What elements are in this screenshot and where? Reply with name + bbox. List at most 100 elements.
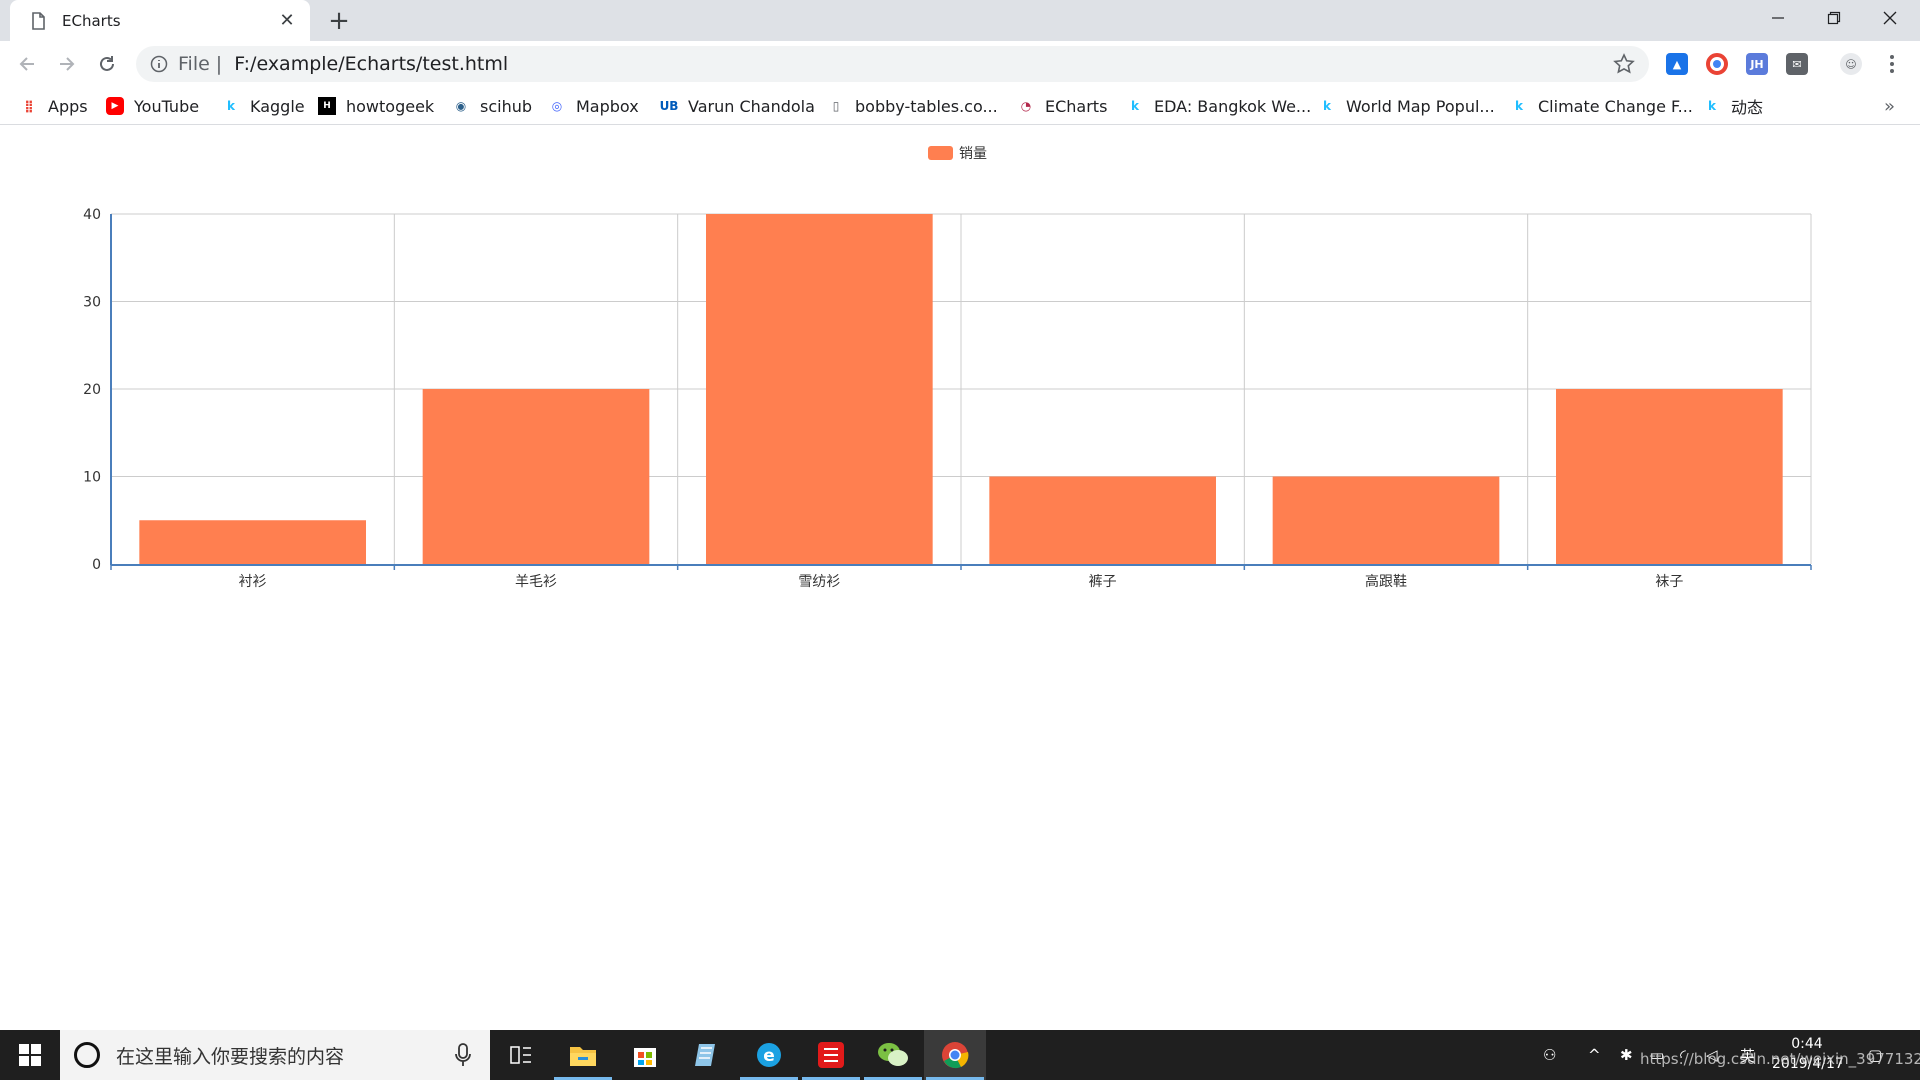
y-tick-label: 20 (83, 382, 101, 398)
profile-avatar[interactable]: ☺ (1840, 53, 1862, 75)
bookmark-label: 动态 (1731, 98, 1764, 117)
extension-cap-icon[interactable]: ▲ (1666, 53, 1688, 75)
apps-grid-icon: ⣿ (24, 99, 34, 113)
info-icon[interactable] (150, 55, 168, 73)
task-view-icon (510, 1046, 531, 1064)
bookmark-item[interactable]: ◔ ECharts (1017, 95, 1108, 117)
bookmark-label: ECharts (1045, 96, 1108, 116)
reload-icon (100, 56, 114, 71)
close-window-button[interactable] (1862, 0, 1918, 36)
new-tab-button[interactable]: + (324, 6, 354, 36)
cortana-icon (74, 1042, 100, 1068)
extension-jh-icon[interactable]: JH (1746, 53, 1768, 75)
wechat-icon (878, 1043, 908, 1066)
bookmark-label: howtogeek (346, 96, 435, 116)
address-bar[interactable]: File | F:/example/Echarts/test.html (136, 46, 1649, 82)
bookmark-label: EDA: Bangkok We... (1154, 96, 1312, 116)
page-icon (32, 11, 45, 30)
bar[interactable] (1556, 389, 1783, 564)
task-view-button[interactable] (490, 1030, 552, 1080)
bookmark-star-icon[interactable] (1613, 53, 1635, 75)
bar-chart: 0 10 20 30 40 衬衫 羊毛衫 雪纺衫 裤子 高跟鞋 袜子 (83, 207, 1812, 590)
back-arrow-icon (19, 57, 34, 71)
address-scheme: File (178, 53, 210, 75)
forward-arrow-icon (60, 57, 75, 71)
bookmark-item[interactable]: ⣿ Apps (20, 95, 88, 117)
kaggle-icon: k (1708, 99, 1716, 113)
kaggle-icon: k (1323, 99, 1331, 113)
bookmark-item[interactable]: UB Varun Chandola (660, 95, 815, 117)
close-icon (1883, 11, 1897, 25)
chrome-icon (942, 1042, 969, 1069)
y-tick-label: 40 (83, 207, 101, 223)
chrome-button[interactable] (924, 1030, 986, 1080)
watermark-text: https://blog.csdn.net/weixin_39771326 (1640, 1050, 1920, 1068)
forward-button[interactable] (52, 49, 82, 79)
extension-chrome-icon[interactable] (1706, 53, 1728, 75)
htg-icon: H (318, 97, 336, 115)
file-explorer-button[interactable] (552, 1030, 614, 1080)
minimize-button[interactable] (1750, 0, 1806, 36)
tab-strip: ECharts ✕ + (0, 0, 1920, 41)
kaggle-icon: k (1515, 99, 1523, 113)
people-icon[interactable]: ⚇ (1543, 1030, 1556, 1080)
bar[interactable] (422, 389, 650, 564)
bluetooth-icon[interactable]: ✱ (1620, 1030, 1633, 1080)
bookmark-item[interactable]: k 动态 (1703, 95, 1763, 117)
notes-icon (695, 1044, 715, 1066)
bookmark-item[interactable]: k EDA: Bangkok We... (1126, 95, 1311, 117)
reload-button[interactable] (92, 49, 122, 79)
restore-icon (1827, 11, 1841, 25)
x-tick-label: 雪纺衫 (798, 574, 840, 590)
taskbar-search[interactable]: 在这里输入你要搜索的内容 (60, 1030, 490, 1080)
youdao-icon (818, 1042, 844, 1068)
bookmark-item[interactable]: ◉ scihub (452, 95, 532, 117)
bar[interactable] (706, 214, 933, 564)
internet-explorer-icon: e (757, 1043, 781, 1067)
address-url[interactable]: F:/example/Echarts/test.html (234, 53, 508, 75)
bar[interactable] (139, 520, 366, 564)
kaggle-icon: k (1131, 99, 1139, 113)
bookmark-item[interactable]: k World Map Popul... (1318, 95, 1495, 117)
extension-mail-icon[interactable]: ✉ (1786, 53, 1808, 75)
show-hidden-icons-chevron-icon[interactable]: ^ (1588, 1030, 1601, 1080)
ub-icon: UB (659, 99, 679, 113)
bookmark-item[interactable]: ◎ Mapbox (548, 95, 639, 117)
youdao-button[interactable] (800, 1030, 862, 1080)
bookmark-item[interactable]: k Kaggle (222, 95, 305, 117)
kaggle-icon: k (227, 99, 235, 113)
x-tick-label: 衬衫 (239, 574, 267, 590)
bookmark-item[interactable]: k Climate Change F... (1510, 95, 1693, 117)
notes-app-button[interactable] (676, 1030, 738, 1080)
bookmark-label: bobby-tables.co... (855, 96, 998, 116)
store-button[interactable] (614, 1030, 676, 1080)
bookmark-label: Kaggle (250, 96, 305, 116)
back-button[interactable] (12, 49, 42, 79)
scihub-icon: ◉ (455, 99, 467, 113)
echarts-icon: ◔ (1020, 99, 1032, 113)
x-tick-label: 袜子 (1655, 574, 1683, 590)
bookmark-item[interactable]: Hhowtogeek (318, 95, 434, 117)
svg-text:e: e (763, 1046, 775, 1066)
wechat-button[interactable] (862, 1030, 924, 1080)
browser-menu-button[interactable] (1880, 51, 1904, 77)
tab-echarts[interactable]: ECharts ✕ (10, 0, 310, 41)
bookmark-item[interactable]: ▶ YouTube (106, 95, 199, 117)
page-icon: ▯ (832, 99, 840, 113)
bookmark-item[interactable]: ▯ bobby-tables.co... (827, 95, 998, 117)
x-tick-label: 裤子 (1089, 574, 1117, 590)
y-tick-label: 10 (83, 470, 101, 486)
bookmarks-overflow-chevron-icon[interactable]: » (1884, 96, 1895, 117)
tab-close-icon[interactable]: ✕ (276, 10, 298, 32)
bar[interactable] (1272, 476, 1500, 565)
x-tick-label: 羊毛衫 (515, 574, 557, 590)
ie-browser-button[interactable]: e (738, 1030, 800, 1080)
microphone-icon[interactable] (454, 1043, 472, 1067)
mapbox-icon: ◎ (551, 99, 563, 113)
restore-button[interactable] (1806, 0, 1862, 36)
start-button[interactable] (0, 1030, 60, 1080)
minimize-icon (1772, 17, 1784, 19)
bar[interactable] (989, 476, 1216, 565)
bookmark-label: Apps (48, 96, 88, 116)
browser-toolbar: File | F:/example/Echarts/test.html ▲ JH… (0, 41, 1920, 87)
